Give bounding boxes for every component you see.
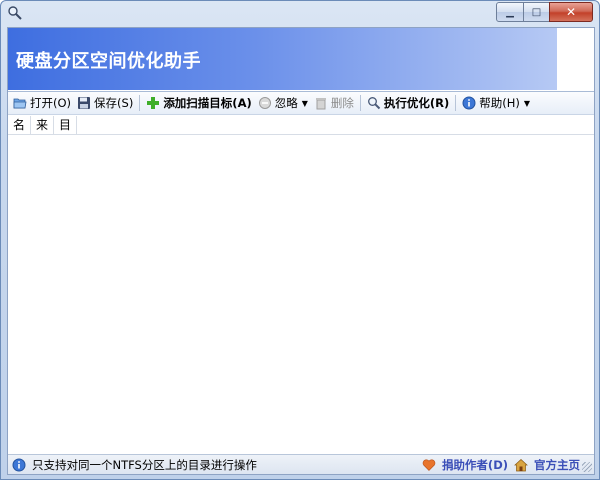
open-button[interactable]: 打开(O) [10,93,74,113]
list-header: 名 来 目 [8,116,594,135]
chevron-down-icon[interactable]: ▼ [302,99,308,108]
resize-grip[interactable] [582,462,592,472]
heart-icon [422,458,436,472]
column-header-target[interactable]: 目 [54,116,77,134]
minimize-button[interactable]: ▁ [496,2,524,22]
floppy-disk-icon [77,96,91,110]
plus-icon [146,96,160,110]
app-window: ▁ □ ✕ 硬盘分区空间优化助手 打开(O) 保存(S) 添加扫描目标(A) 忽… [0,0,600,480]
info-icon [12,458,26,472]
column-header-name[interactable]: 名 [8,116,31,134]
toolbar-separator [359,95,361,111]
title-bar[interactable]: ▁ □ ✕ [1,1,599,25]
magnifier-icon [367,96,381,110]
open-label: 打开(O) [30,96,72,110]
column-header-source[interactable]: 来 [31,116,54,134]
close-button[interactable]: ✕ [549,2,593,22]
help-label: 帮助(H) [479,96,520,110]
header-banner: 硬盘分区空间优化助手 [8,28,557,90]
status-links: 捐助作者(D) 官方主页 [422,457,580,473]
status-message: 只支持对同一个NTFS分区上的目录进行操作 [32,457,257,472]
save-label: 保存(S) [94,96,134,110]
folder-open-icon [13,96,27,110]
toolbar-separator [139,95,141,111]
app-title: 硬盘分区空间优化助手 [16,51,201,72]
delete-button[interactable]: 删除 [311,93,357,113]
maximize-button[interactable]: □ [523,2,550,22]
info-icon [462,96,476,110]
scan-target-list[interactable] [8,135,594,453]
homepage-link[interactable]: 官方主页 [534,457,580,473]
client-area: 硬盘分区空间优化助手 打开(O) 保存(S) 添加扫描目标(A) 忽略 ▼ 删除… [7,27,595,475]
ignore-icon [258,96,272,110]
home-icon [514,458,528,472]
toolbar: 打开(O) 保存(S) 添加扫描目标(A) 忽略 ▼ 删除 执行优化(R) 帮助… [8,91,594,115]
donate-link[interactable]: 捐助作者(D) [442,457,508,473]
trash-icon [314,96,328,110]
status-bar: 只支持对同一个NTFS分区上的目录进行操作 捐助作者(D) 官方主页 [8,454,594,474]
add-scan-target-button[interactable]: 添加扫描目标(A) [143,93,254,113]
execute-optimize-label: 执行优化(R) [383,96,450,110]
help-button[interactable]: 帮助(H) ▼ [459,93,533,113]
ignore-label: 忽略 [274,96,298,110]
execute-optimize-button[interactable]: 执行优化(R) [364,93,452,113]
ignore-button[interactable]: 忽略 ▼ [255,93,311,113]
chevron-down-icon[interactable]: ▼ [524,99,530,108]
delete-label: 删除 [330,96,354,110]
save-button[interactable]: 保存(S) [74,93,136,113]
window-controls: ▁ □ ✕ [496,2,593,22]
add-scan-target-label: 添加扫描目标(A) [163,96,252,110]
magnifier-icon [7,5,23,21]
toolbar-separator [455,95,457,111]
